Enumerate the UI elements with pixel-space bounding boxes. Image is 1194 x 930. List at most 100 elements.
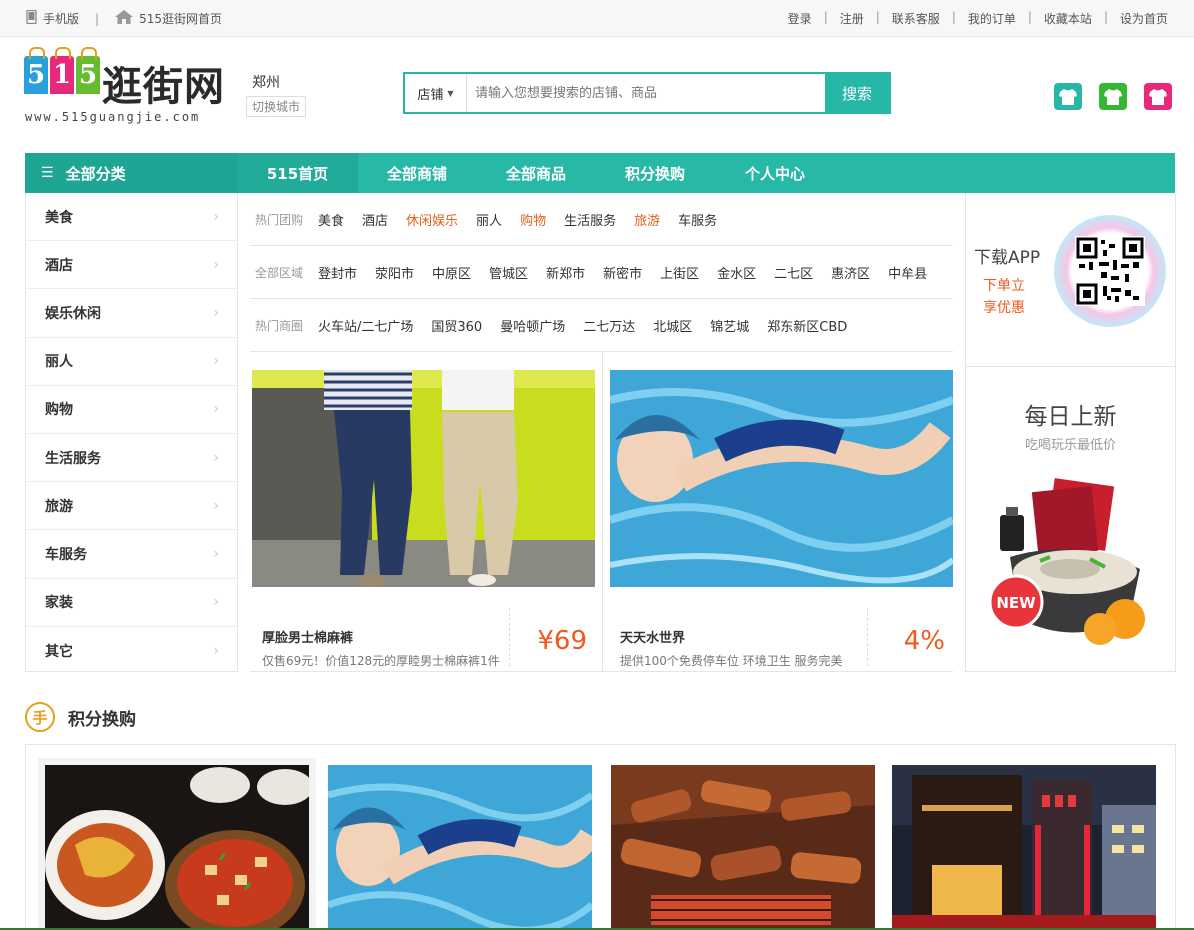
- divider: |: [951, 10, 956, 24]
- site-logo[interactable]: 5 1 5 逛街网 www.515guangjie.com: [24, 47, 229, 128]
- category-item[interactable]: 丽人 ›: [26, 338, 237, 386]
- category-item[interactable]: 车服务 ›: [26, 530, 237, 579]
- search-input[interactable]: [467, 74, 825, 112]
- category-item[interactable]: 酒店 ›: [26, 241, 237, 290]
- chevron-right-icon: ›: [213, 497, 219, 514]
- filter-link[interactable]: 管城区: [489, 263, 528, 282]
- divider: |: [1027, 10, 1032, 24]
- chevron-right-icon: ›: [213, 304, 219, 321]
- nav-points[interactable]: 积分换购: [596, 153, 714, 193]
- deal-card[interactable]: 天天水世界 提供100个免费停车位 环境卫生 服务完美 4%: [610, 370, 953, 668]
- filter-link[interactable]: 曼哈顿广场: [500, 316, 565, 335]
- chevron-right-icon: ›: [213, 256, 219, 273]
- filter-link[interactable]: 休闲娱乐: [406, 210, 458, 229]
- nav-products[interactable]: 全部商品: [476, 153, 596, 193]
- switch-city-button[interactable]: 切换城市: [246, 96, 307, 117]
- filter-link[interactable]: 旅游: [634, 210, 660, 229]
- filter-link[interactable]: 惠济区: [831, 263, 870, 282]
- logo-name: 逛街网: [102, 64, 225, 110]
- filter-link[interactable]: 火车站/二七广场: [318, 316, 413, 335]
- filter-link[interactable]: 生活服务: [564, 210, 616, 229]
- orders-link[interactable]: 我的订单: [968, 10, 1016, 27]
- filter-link[interactable]: 中牟县: [888, 263, 927, 282]
- divider: [509, 608, 510, 666]
- login-link[interactable]: 登录: [788, 10, 812, 27]
- filter-link[interactable]: 购物: [520, 210, 546, 229]
- deal-description: 仅售69元！价值128元的厚睦男士棉麻裤1件: [262, 654, 500, 668]
- home-icon: [115, 10, 134, 27]
- category-label: 娱乐休闲: [45, 305, 101, 322]
- filter-link[interactable]: 金水区: [717, 263, 756, 282]
- hot-groups-row: 热门团购 美食 酒店 休闲娱乐 丽人 购物 生活服务 旅游 车服务: [250, 193, 953, 246]
- filter-link[interactable]: 国贸360: [431, 316, 482, 335]
- category-label: 车服务: [45, 546, 87, 563]
- points-image-building: [892, 765, 1156, 930]
- deal-image-pants[interactable]: [252, 370, 595, 587]
- set-homepage-link[interactable]: 设为首页: [1120, 10, 1168, 27]
- deal-title[interactable]: 厚脸男士棉麻裤: [262, 627, 353, 646]
- nav-home[interactable]: 515首页: [237, 153, 358, 193]
- filter-link[interactable]: 新郑市: [546, 263, 585, 282]
- filter-link[interactable]: 美食: [318, 210, 344, 229]
- category-item[interactable]: 家装 ›: [26, 579, 237, 627]
- mobile-link[interactable]: 手机版: [43, 10, 79, 27]
- deal-discount: 4%: [903, 626, 945, 656]
- chevron-right-icon: ›: [213, 545, 219, 562]
- chevron-right-icon: ›: [213, 449, 219, 466]
- category-item[interactable]: 购物 ›: [26, 386, 237, 434]
- logo-bag: 1: [50, 47, 74, 94]
- tshirt-icon[interactable]: [1144, 83, 1172, 110]
- filter-label: 热门团购: [255, 212, 304, 227]
- search-scope-select[interactable]: 店铺 ▼: [405, 74, 467, 112]
- divider: |: [875, 10, 880, 24]
- filter-link[interactable]: 北城区: [653, 316, 692, 335]
- all-categories-label: 全部分类: [65, 164, 126, 183]
- nav-profile[interactable]: 个人中心: [714, 153, 836, 193]
- search-bar: 店铺 ▼ 搜索: [403, 72, 891, 114]
- filter-link[interactable]: 上街区: [660, 263, 699, 282]
- divider: [867, 608, 868, 666]
- category-item[interactable]: 旅游 ›: [26, 482, 237, 531]
- deal-image-pool[interactable]: [610, 370, 953, 587]
- register-link[interactable]: 注册: [840, 10, 864, 27]
- all-categories-button[interactable]: ☰ 全部分类: [25, 153, 237, 193]
- category-item[interactable]: 娱乐休闲 ›: [26, 289, 237, 338]
- points-card[interactable]: [328, 765, 594, 930]
- deal-title[interactable]: 天天水世界: [620, 627, 685, 646]
- search-button[interactable]: 搜索: [825, 74, 889, 112]
- deal-card[interactable]: 厚脸男士棉麻裤 仅售69元！价值128元的厚睦男士棉麻裤1件 ¥69: [252, 370, 595, 668]
- filter-link[interactable]: 二七区: [774, 263, 813, 282]
- nav-shops[interactable]: 全部商铺: [358, 153, 476, 193]
- filter-link[interactable]: 新密市: [603, 263, 642, 282]
- home-link[interactable]: 515逛街网首页: [139, 10, 222, 27]
- filter-link[interactable]: 车服务: [678, 210, 717, 229]
- chevron-right-icon: ›: [213, 353, 219, 370]
- filter-link[interactable]: 登封市: [318, 263, 357, 282]
- points-card[interactable]: [38, 758, 316, 928]
- filter-link[interactable]: 郑东新区CBD: [767, 316, 847, 335]
- daily-new-panel[interactable]: 每日上新 吃喝玩乐最低价 NEW: [965, 366, 1176, 672]
- bookmark-link[interactable]: 收藏本站: [1044, 10, 1092, 27]
- category-label: 酒店: [45, 257, 73, 274]
- category-sidebar: 美食 › 酒店 › 娱乐休闲 › 丽人 › 购物 › 生活服务 › 旅游 › 车服务 › 家装 ›…: [25, 193, 238, 672]
- filter-link[interactable]: 丽人: [476, 210, 502, 229]
- current-city: 郑州: [252, 75, 280, 91]
- filter-link[interactable]: 中原区: [432, 263, 471, 282]
- qr-code-badge: [1054, 215, 1166, 327]
- tshirt-icon[interactable]: [1099, 83, 1127, 110]
- points-card[interactable]: [611, 765, 877, 930]
- filter-link[interactable]: 酒店: [362, 210, 388, 229]
- filter-link[interactable]: 锦艺城: [710, 316, 749, 335]
- app-download-panel[interactable]: 下载APP 下单立 享优惠: [965, 193, 1176, 367]
- category-label: 家装: [45, 595, 73, 612]
- category-item[interactable]: 生活服务 ›: [26, 434, 237, 483]
- tshirt-icon[interactable]: [1054, 83, 1082, 110]
- category-item[interactable]: 美食 ›: [26, 193, 237, 242]
- category-item[interactable]: 其它 ›: [26, 627, 237, 675]
- filter-link[interactable]: 荥阳市: [375, 263, 414, 282]
- category-label: 其它: [45, 643, 73, 660]
- service-link[interactable]: 联系客服: [892, 10, 940, 27]
- divider: |: [1103, 10, 1108, 24]
- points-card[interactable]: [892, 765, 1158, 930]
- filter-link[interactable]: 二七万达: [583, 316, 635, 335]
